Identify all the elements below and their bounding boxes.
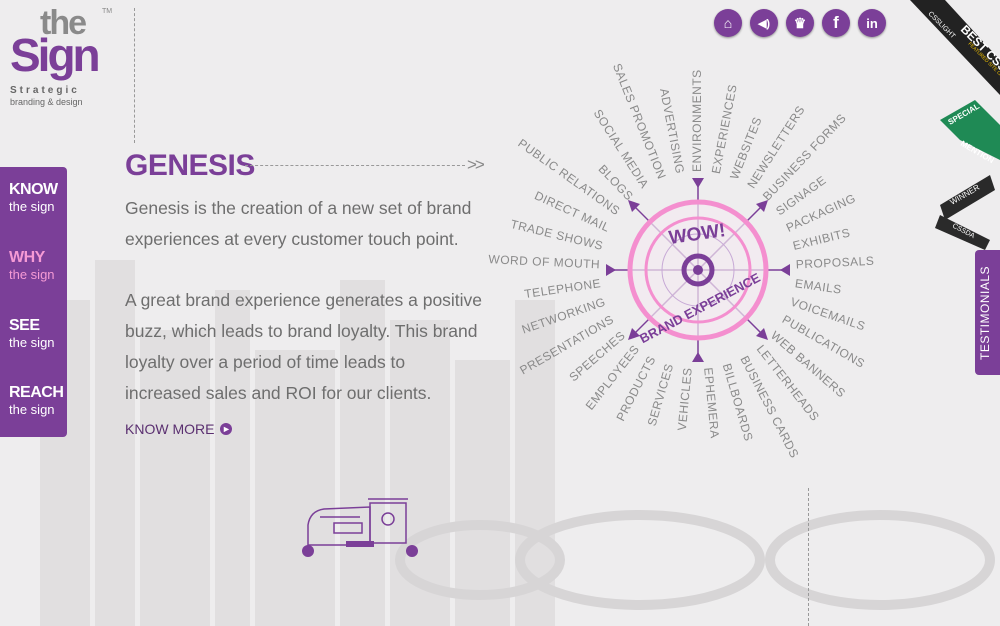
wheel-word: EPHEMERA [701,367,722,439]
wheel-word: ENVIRONMENTS [690,69,704,172]
wheel-center [606,178,790,362]
home-icon[interactable]: ⌂ [714,9,742,37]
nav-why-the-sign[interactable]: WHY the sign [9,249,55,283]
nav-item-bold: WHY [9,249,45,266]
left-navigation: KNOW the sign WHY the sign SEE the sign … [0,167,67,437]
nav-reach-the-sign[interactable]: REACH the sign [9,384,64,418]
nav-item-sub: the sign [9,335,55,350]
vertical-divider [808,488,809,626]
nav-item-bold: SEE [9,317,40,334]
nav-item-bold: REACH [9,384,64,401]
wheel-word: WORD OF MOUTH [488,252,600,271]
know-more-label: KNOW MORE [125,421,215,437]
know-more-link[interactable]: KNOW MORE ► [125,421,233,437]
social-icons: ⌂ ◀) ♛ f in [714,9,886,37]
wheel-word: PROPOSALS [796,254,875,272]
linkedin-icon[interactable]: in [858,9,886,37]
logo-trademark: TM [102,8,113,15]
logo-sign: Sign [10,29,101,81]
nav-item-sub: the sign [9,402,55,417]
award-icon[interactable]: ♛ [786,9,814,37]
vehicle-illustration [302,498,418,557]
wheel-word: VEHICLES [675,367,695,431]
nav-know-the-sign[interactable]: KNOW the sign [9,181,58,215]
title-divider [245,165,465,166]
nav-see-the-sign[interactable]: SEE the sign [9,317,55,351]
sound-icon[interactable]: ◀) [750,9,778,37]
body-paragraph: A great brand experience generates a pos… [125,290,483,403]
logo-tagline-branding: branding & design [10,97,83,107]
award-ribbons[interactable]: BEST CSS CSSLIGHT FEATURED SITE OF THE D… [890,0,1000,250]
testimonials-tab[interactable]: TESTIMONIALS [975,250,1000,375]
intro-paragraph: Genesis is the creation of a new set of … [125,198,472,249]
chevron-right-icon: ► [220,423,233,435]
testimonials-label: TESTIMONIALS [978,265,992,360]
facebook-icon[interactable]: f [822,9,850,37]
nav-item-bold: KNOW [9,181,58,198]
wheel-word: EMAILS [794,276,843,297]
wheel-word: TELEPHONE [523,276,601,301]
logo-tagline-strategic: Strategic [10,85,80,96]
brand-experience-wheel: ENVIRONMENTS EXPERIENCESWEBSITESNEWSLETTE… [488,61,875,460]
nav-item-sub: the sign [9,199,55,214]
page-title: GENESIS [125,149,255,182]
nav-item-sub: the sign [9,267,55,282]
logo-divider [134,8,135,143]
